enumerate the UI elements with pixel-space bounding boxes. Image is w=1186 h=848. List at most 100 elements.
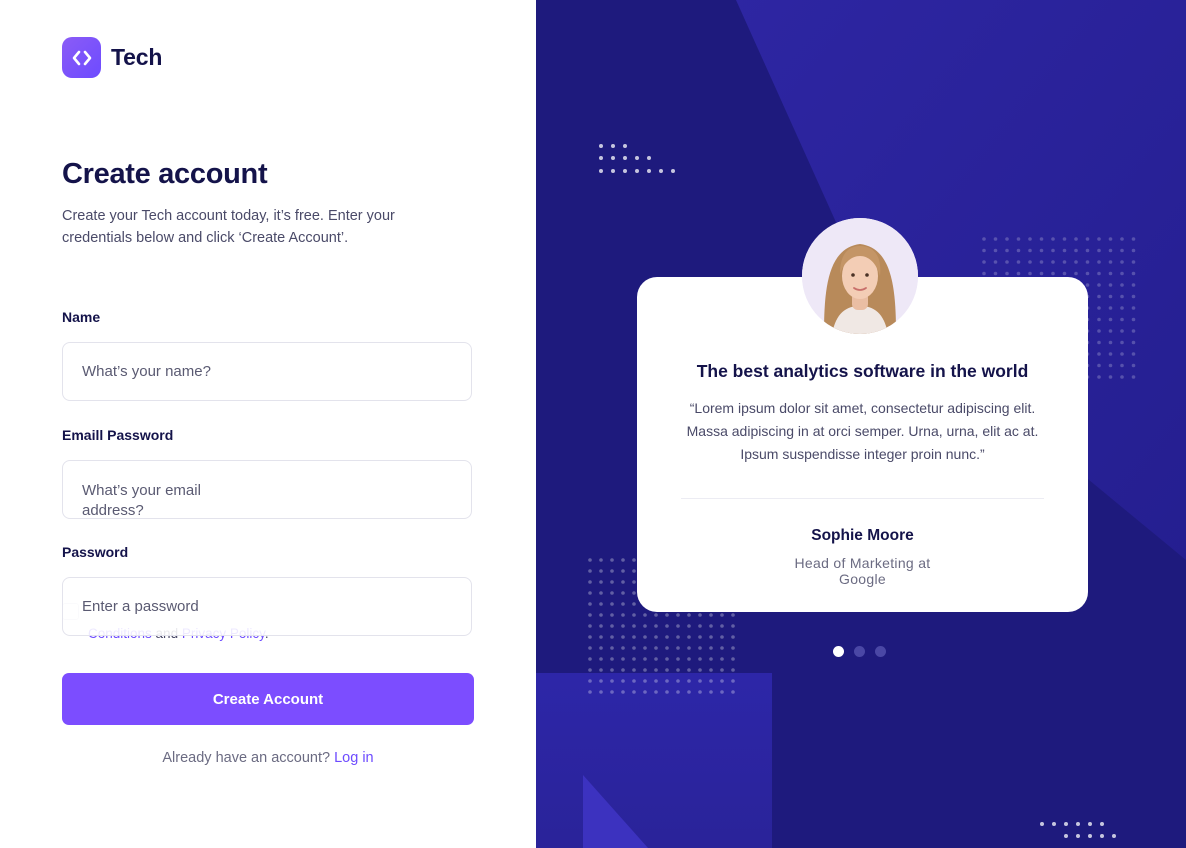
dot-right-field	[1120, 317, 1124, 322]
dot-bottom-left-field	[698, 646, 702, 650]
dot-top-left	[611, 156, 615, 160]
dot-bottom-left-field	[698, 657, 702, 661]
email-label: Emaill Password	[62, 427, 174, 443]
name-input[interactable]	[63, 343, 471, 400]
dot-bottom-left-field	[588, 591, 592, 595]
dot-bottom-left-field	[654, 657, 658, 661]
dot-right-field	[1120, 329, 1124, 333]
dot-bottom-left-field	[632, 580, 636, 584]
dot-right-field	[1120, 248, 1124, 253]
dot-bottom-left-field	[731, 646, 735, 650]
dot-bottom-left-field	[720, 646, 724, 650]
carousel-dot-3[interactable]	[875, 646, 886, 657]
dot-bottom-left-field	[621, 690, 625, 694]
dot-bottom-left-field	[632, 679, 636, 683]
dot-bottom-left-field	[731, 657, 735, 661]
password-input[interactable]	[63, 578, 471, 635]
dot-right-field	[1085, 260, 1090, 264]
dot-right-field	[1097, 363, 1101, 368]
dot-right-field	[1131, 352, 1136, 356]
dot-bottom-right	[1076, 822, 1080, 826]
dot-right-field	[1039, 248, 1044, 253]
dot-right-field	[1108, 306, 1113, 310]
dot-bottom-left-field	[632, 635, 636, 639]
signup-panel: Tech Create account Create your Tech acc…	[0, 0, 536, 848]
dot-bottom-left-field	[731, 668, 735, 672]
dot-bottom-left-field	[610, 613, 614, 617]
dot-bottom-left-field	[654, 668, 658, 672]
dot-bottom-left-field	[621, 602, 625, 606]
dot-right-field	[1120, 271, 1124, 276]
dot-bottom-left-field	[665, 690, 669, 694]
dot-right-field	[1039, 237, 1044, 241]
dot-right-field	[1108, 317, 1113, 322]
testimonial-role: Head of Marketing at Google	[794, 555, 931, 587]
dot-bottom-left-field	[687, 624, 691, 628]
dot-bottom-left-field	[687, 690, 691, 694]
dot-bottom-left-field	[687, 646, 691, 650]
dot-right-field	[993, 260, 998, 264]
dot-right-field	[1085, 271, 1090, 276]
dot-bottom-left-field	[720, 613, 724, 617]
dot-bottom-left-field	[621, 613, 625, 617]
carousel-dot-1[interactable]	[833, 646, 844, 657]
carousel-dot-2[interactable]	[854, 646, 865, 657]
dot-bottom-left-field	[709, 635, 713, 639]
dot-bottom-left-field	[621, 569, 625, 573]
dot-right-field	[1131, 237, 1136, 241]
email-input[interactable]	[63, 461, 471, 518]
dot-bottom-right	[1112, 834, 1116, 838]
dot-right-field	[1120, 306, 1124, 310]
dot-bottom-right	[1100, 834, 1104, 838]
dot-top-left	[671, 169, 675, 173]
dot-bottom-left-field	[654, 690, 658, 694]
login-link[interactable]: Log in	[334, 750, 374, 766]
dot-right-field	[1120, 340, 1124, 345]
dot-bottom-left-field	[720, 657, 724, 661]
dot-top-left	[611, 144, 615, 148]
dot-right-field	[1108, 237, 1113, 241]
dot-bottom-left-field	[720, 668, 724, 672]
code-brackets-icon	[62, 37, 101, 78]
dot-bottom-left-field	[698, 624, 702, 628]
dot-bottom-left-field	[621, 635, 625, 639]
dot-bottom-left-field	[599, 580, 603, 584]
dot-right-field	[1131, 271, 1136, 276]
dot-bottom-left-field	[698, 613, 702, 617]
dot-right-field	[1131, 248, 1136, 253]
dot-right-field	[1108, 248, 1113, 253]
dot-bottom-left-field	[709, 613, 713, 617]
dot-right-field	[1097, 271, 1101, 276]
dot-top-left	[647, 156, 651, 160]
dot-bottom-left-field	[610, 668, 614, 672]
dot-bottom-left-field	[588, 657, 592, 661]
dot-bottom-left-field	[665, 635, 669, 639]
dot-bottom-left-field	[643, 679, 647, 683]
dot-right-field	[1005, 260, 1009, 264]
dot-bottom-left-field	[654, 635, 658, 639]
dot-bottom-left-field	[588, 668, 592, 672]
dot-right-field	[1097, 260, 1101, 264]
testimonial-quote: “Lorem ipsum dolor sit amet, consectetur…	[686, 400, 1039, 462]
dot-bottom-right	[1064, 834, 1068, 838]
dot-bottom-left-field	[621, 591, 625, 595]
dot-right-field	[982, 248, 986, 253]
dot-bottom-left-field	[654, 679, 658, 683]
dot-right-field	[1005, 237, 1009, 241]
create-account-button[interactable]: Create Account	[62, 673, 474, 725]
dot-bottom-left-field	[665, 679, 669, 683]
dot-right-field	[1120, 375, 1124, 379]
dot-top-left	[623, 144, 627, 148]
dot-right-field	[1028, 248, 1032, 253]
brand-logo[interactable]: Tech	[62, 37, 162, 78]
dot-bottom-left-field	[610, 591, 614, 595]
dot-top-left	[599, 169, 603, 173]
dot-bottom-left-field	[698, 679, 702, 683]
dot-right-field	[1097, 340, 1101, 345]
email-field-wrapper: What’s your email address?	[62, 460, 472, 519]
dot-right-field	[1131, 363, 1136, 368]
dot-bottom-left-field	[610, 646, 614, 650]
dot-bottom-left-field	[621, 679, 625, 683]
dot-bottom-left-field	[621, 558, 625, 562]
dot-bottom-left-field	[588, 558, 592, 562]
